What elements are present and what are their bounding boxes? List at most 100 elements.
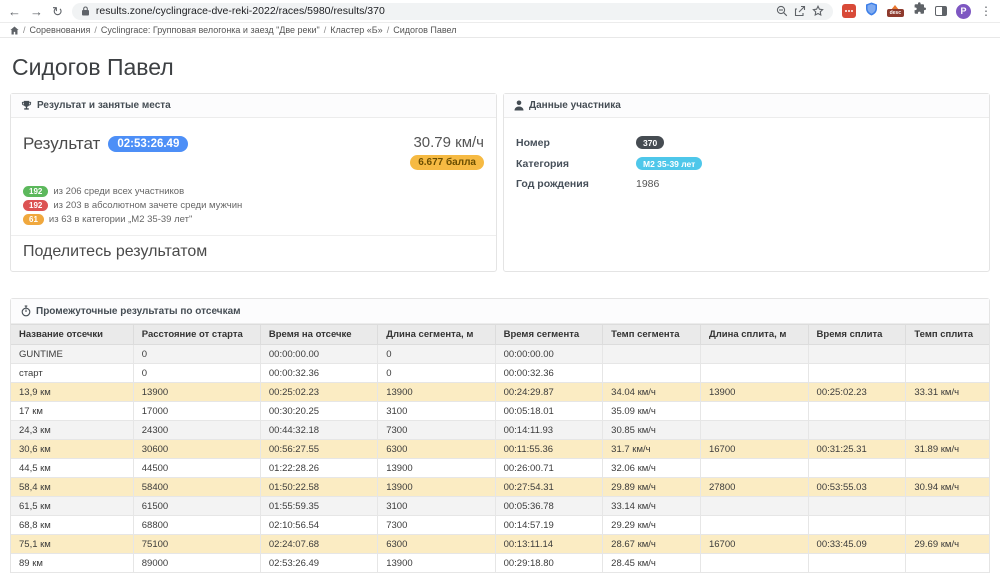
divider bbox=[11, 235, 496, 236]
table-row: 13,9 км1390000:25:02.231390000:24:29.873… bbox=[11, 383, 989, 402]
table-cell bbox=[603, 345, 701, 364]
extensions-puzzle-icon[interactable] bbox=[913, 2, 926, 20]
table-cell: 89000 bbox=[133, 554, 260, 573]
checkpoint-name-cell: 89 км bbox=[11, 554, 133, 573]
checkpoint-name-cell: 24,3 км bbox=[11, 421, 133, 440]
breadcrumb-separator: / bbox=[324, 25, 327, 35]
side-panel-icon[interactable] bbox=[935, 6, 947, 16]
table-cell: 00:13:11.14 bbox=[495, 535, 603, 554]
table-cell bbox=[808, 459, 906, 478]
participant-rows: Номер370КатегорияМ2 35-39 летГод рождени… bbox=[516, 126, 977, 190]
table-row: 68,8 км6880002:10:56.54730000:14:57.1929… bbox=[11, 516, 989, 535]
breadcrumb-link[interactable]: Cyclingrace: Групповая велогонка и заезд… bbox=[101, 25, 320, 35]
result-card-title: Результат и занятые места bbox=[37, 100, 171, 111]
desc-label: desc bbox=[887, 9, 904, 17]
extension-red-icon[interactable] bbox=[842, 4, 856, 18]
bookmark-star-icon[interactable] bbox=[812, 5, 824, 17]
table-row: 89 км8900002:53:26.491390000:29:18.8028.… bbox=[11, 554, 989, 573]
table-cell: 34.04 км/ч bbox=[603, 383, 701, 402]
splits-table: Название отсечкиРасстояние от стартаВрем… bbox=[11, 324, 989, 573]
table-cell: 28.67 км/ч bbox=[603, 535, 701, 554]
browser-toolbar: ← → ↻ results.zone/cyclingrace-dve-reki-… bbox=[0, 0, 1000, 23]
share-icon[interactable] bbox=[794, 5, 806, 17]
extension-shield-icon[interactable] bbox=[865, 2, 878, 21]
participant-value: 370 bbox=[636, 136, 664, 149]
table-cell: 00:00:00.00 bbox=[260, 345, 377, 364]
table-cell: 6300 bbox=[378, 535, 495, 554]
table-row: 75,1 км7510002:24:07.68630000:13:11.1428… bbox=[11, 535, 989, 554]
table-cell: 29.89 км/ч bbox=[603, 478, 701, 497]
checkpoint-name-cell: 44,5 км bbox=[11, 459, 133, 478]
table-cell: 00:00:32.36 bbox=[260, 364, 377, 383]
checkpoint-name-cell: GUNTIME bbox=[11, 345, 133, 364]
table-cell: 00:31:25.31 bbox=[808, 440, 906, 459]
breadcrumb-separator: / bbox=[387, 25, 390, 35]
table-cell: 13900 bbox=[700, 383, 808, 402]
table-cell bbox=[906, 402, 989, 421]
profile-avatar[interactable]: P bbox=[956, 4, 971, 19]
table-row: 58,4 км5840001:50:22.581390000:27:54.312… bbox=[11, 478, 989, 497]
participant-row: КатегорияМ2 35-39 лет bbox=[516, 157, 977, 170]
column-header: Расстояние от старта bbox=[133, 325, 260, 345]
address-bar[interactable]: results.zone/cyclingrace-dve-reki-2022/r… bbox=[72, 3, 833, 20]
table-cell bbox=[906, 421, 989, 440]
table-cell: 02:53:26.49 bbox=[260, 554, 377, 573]
table-cell: 3100 bbox=[378, 402, 495, 421]
table-cell: 02:24:07.68 bbox=[260, 535, 377, 554]
participant-value-text: 1986 bbox=[636, 178, 659, 190]
table-cell: 00:29:18.80 bbox=[495, 554, 603, 573]
table-row: GUNTIME000:00:00.00000:00:00.00 bbox=[11, 345, 989, 364]
rank-badge: 192 bbox=[23, 200, 48, 211]
page-title: Сидогов Павел bbox=[12, 54, 990, 81]
table-cell: 6300 bbox=[378, 440, 495, 459]
table-cell bbox=[700, 345, 808, 364]
table-cell: 00:53:55.03 bbox=[808, 478, 906, 497]
splits-card-header: Промежуточные результаты по отсечкам bbox=[11, 299, 989, 324]
result-label: Результат bbox=[23, 134, 100, 154]
participant-card-header: Данные участника bbox=[504, 94, 989, 118]
table-cell: 00:25:02.23 bbox=[808, 383, 906, 402]
table-cell: 32.06 км/ч bbox=[603, 459, 701, 478]
participant-card-title: Данные участника bbox=[529, 100, 621, 111]
table-cell bbox=[808, 516, 906, 535]
table-cell: 00:25:02.23 bbox=[260, 383, 377, 402]
stopwatch-icon bbox=[21, 305, 31, 317]
participant-label: Категория bbox=[516, 158, 636, 170]
table-row: старт000:00:32.36000:00:32.36 bbox=[11, 364, 989, 383]
table-cell: 00:14:57.19 bbox=[495, 516, 603, 535]
table-cell bbox=[906, 554, 989, 573]
column-header: Время сплита bbox=[808, 325, 906, 345]
home-icon[interactable] bbox=[10, 26, 19, 35]
table-cell: 31.7 км/ч bbox=[603, 440, 701, 459]
zoom-out-icon[interactable] bbox=[776, 5, 788, 17]
place-text: из 203 в абсолютном зачете среди мужчин bbox=[53, 200, 242, 211]
table-cell bbox=[700, 459, 808, 478]
table-cell: 00:14:11.93 bbox=[495, 421, 603, 440]
forward-icon[interactable]: → bbox=[30, 5, 43, 18]
category-badge: М2 35-39 лет bbox=[636, 157, 702, 170]
table-cell bbox=[906, 459, 989, 478]
back-icon[interactable]: ← bbox=[8, 5, 21, 18]
result-card: Результат и занятые места Результат 02:5… bbox=[10, 93, 497, 272]
table-cell: 0 bbox=[378, 364, 495, 383]
participant-value: М2 35-39 лет bbox=[636, 157, 702, 170]
column-header: Время на отсечке bbox=[260, 325, 377, 345]
checkpoint-name-cell: 68,8 км bbox=[11, 516, 133, 535]
table-row: 30,6 км3060000:56:27.55630000:11:55.3631… bbox=[11, 440, 989, 459]
extension-desc-icon[interactable]: desc bbox=[887, 5, 904, 17]
browser-menu-icon[interactable]: ⋮ bbox=[980, 4, 992, 18]
place-row: 61из 63 в категории „М2 35-39 лет" bbox=[23, 214, 484, 225]
breadcrumb-link[interactable]: Кластер «Б» bbox=[330, 25, 382, 35]
table-cell: 02:10:56.54 bbox=[260, 516, 377, 535]
table-cell: 01:50:22.58 bbox=[260, 478, 377, 497]
table-cell bbox=[700, 364, 808, 383]
table-row: 24,3 км2430000:44:32.18730000:14:11.9330… bbox=[11, 421, 989, 440]
reload-icon[interactable]: ↻ bbox=[52, 5, 63, 18]
trophy-icon bbox=[21, 100, 32, 111]
table-cell: 17000 bbox=[133, 402, 260, 421]
breadcrumb-link[interactable]: Соревнования bbox=[30, 25, 91, 35]
checkpoint-name-cell: 58,4 км bbox=[11, 478, 133, 497]
participant-card: Данные участника Номер370КатегорияМ2 35-… bbox=[503, 93, 990, 272]
splits-card: Промежуточные результаты по отсечкам Наз… bbox=[10, 298, 990, 573]
table-cell: 58400 bbox=[133, 478, 260, 497]
